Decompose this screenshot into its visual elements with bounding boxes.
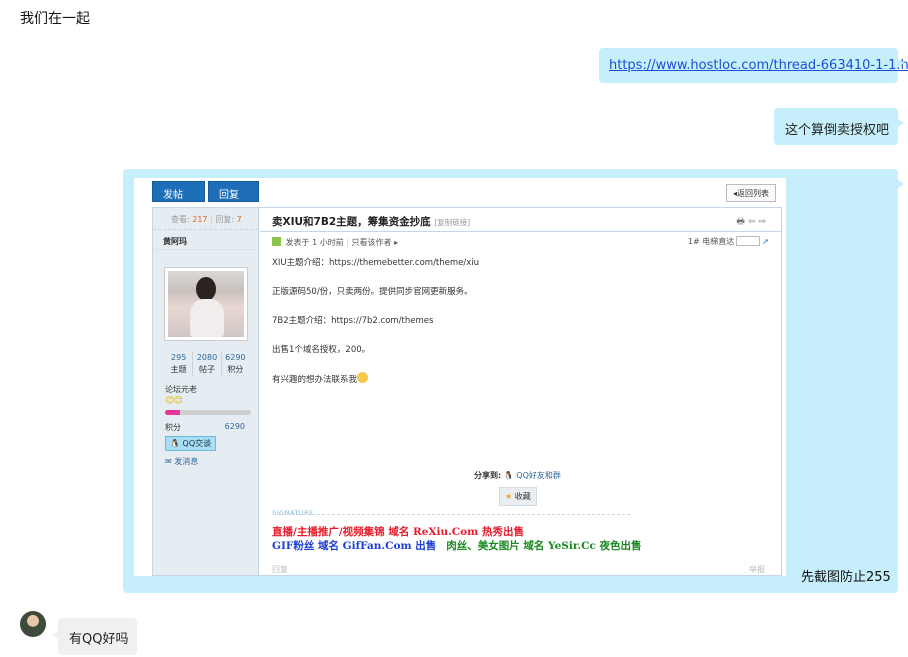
report-footer-link: 举报 xyxy=(749,565,765,574)
chat-title: 我们在一起 xyxy=(20,11,90,27)
rank-stars-icon: 😊😊 xyxy=(165,396,183,406)
signature-ad-line2: GIF粉丝 域名 GifFan.Com 出售 肉丝、美女图片 域名 YeSir.C… xyxy=(272,540,642,552)
author-counts: 295 主题 2080 帖子 6290 积分 xyxy=(165,352,249,376)
qq-chat-button: 🐧 QQ交谈 xyxy=(165,436,217,451)
author-name: 黄阿玛 xyxy=(153,230,258,250)
send-message-link: ✉ 发消息 xyxy=(165,457,199,466)
forum-screenshot[interactable]: 发帖▼ 回复 ◂返回列表 查看: 217 | 回复: 7 黄阿玛 295主题 xyxy=(134,178,786,576)
thread-stats: 查看: 217 | 回复: 7 xyxy=(153,208,258,230)
replies-count: 7 xyxy=(236,215,242,224)
signature-ad-line1: 直播/主播推广/视频集锦 域名 ReXiu.Com 热秀出售 xyxy=(272,526,524,538)
views-count: 217 xyxy=(192,215,208,224)
message-text-bubble: 这个算倒卖授权吧 xyxy=(774,108,904,145)
forum-post: 查看: 217 | 回复: 7 黄阿玛 295 主题 2080 帖子 6290 积分 … xyxy=(152,207,782,576)
floor-jump: 1# 电梯直达 ➚ xyxy=(687,236,769,246)
favorite-button: ★ 收藏 xyxy=(499,487,537,506)
star-icon: ★ xyxy=(505,492,513,501)
post-main: 卖XIU和7B2主题，筹集资金抄底 [复制链接] 🖶⇦⇨ 发表于 1 小时前 |… xyxy=(260,208,781,575)
message-link-bubble[interactable]: https://www.hostloc.com/thread-663410-1-… xyxy=(599,48,908,83)
message-text: 有QQ好吗 xyxy=(69,632,129,647)
reply-button: 回复 xyxy=(208,181,259,202)
post-meta: 发表于 1 小时前 | 只看该作者 ▸ 1# 电梯直达 ➚ xyxy=(260,232,781,252)
qq-icon: 🐧 xyxy=(170,439,180,448)
message-text-bubble-left: 有QQ好吗 xyxy=(52,618,137,655)
print-prev-next-icons: 🖶⇦⇨ xyxy=(736,217,769,227)
author-avatar xyxy=(164,267,248,341)
thread-link[interactable]: https://www.hostloc.com/thread-663410-1-… xyxy=(609,58,908,73)
post-content: XIU主题介绍：https://themebetter.com/theme/xi… xyxy=(272,258,480,385)
reply-footer-link: 回复 xyxy=(272,565,288,574)
triangle-right-icon: ▸ xyxy=(394,238,399,247)
post-title: 卖XIU和7B2主题，筹集资金抄底 [复制链接] 🖶⇦⇨ xyxy=(260,208,781,232)
forum-toolbar: 发帖▼ 回复 ◂返回列表 xyxy=(134,178,786,211)
author-rank: 论坛元老 xyxy=(165,385,197,394)
rank-progress-bar xyxy=(165,410,251,415)
envelope-icon: ✉ xyxy=(165,457,172,466)
copy-link: [复制链接] xyxy=(434,218,471,227)
author-sidebar: 查看: 217 | 回复: 7 黄阿玛 295 主题 2080 帖子 6290 积分 … xyxy=(153,208,259,575)
qq-share-icon: 🐧 xyxy=(503,471,514,480)
signature-divider xyxy=(272,514,630,515)
new-post-button: 发帖▼ xyxy=(152,181,205,211)
message-text: 这个算倒卖授权吧 xyxy=(785,123,890,138)
message-image-bubble[interactable]: 发帖▼ 回复 ◂返回列表 查看: 217 | 回复: 7 黄阿玛 295主题 xyxy=(123,169,904,593)
share-row: 分享到: 🐧 QQ好友和群 xyxy=(474,471,561,480)
signature-label: SIGNATURE xyxy=(272,509,314,517)
author-points: 积分 6290 xyxy=(165,422,245,432)
back-to-list-button: ◂返回列表 xyxy=(725,184,776,202)
go-icon: ➚ xyxy=(762,237,769,246)
sender-avatar[interactable] xyxy=(20,611,46,637)
smile-emoji-icon xyxy=(357,372,369,383)
online-status-icon xyxy=(272,237,281,246)
image-caption: 先截图防止255 xyxy=(801,570,891,585)
